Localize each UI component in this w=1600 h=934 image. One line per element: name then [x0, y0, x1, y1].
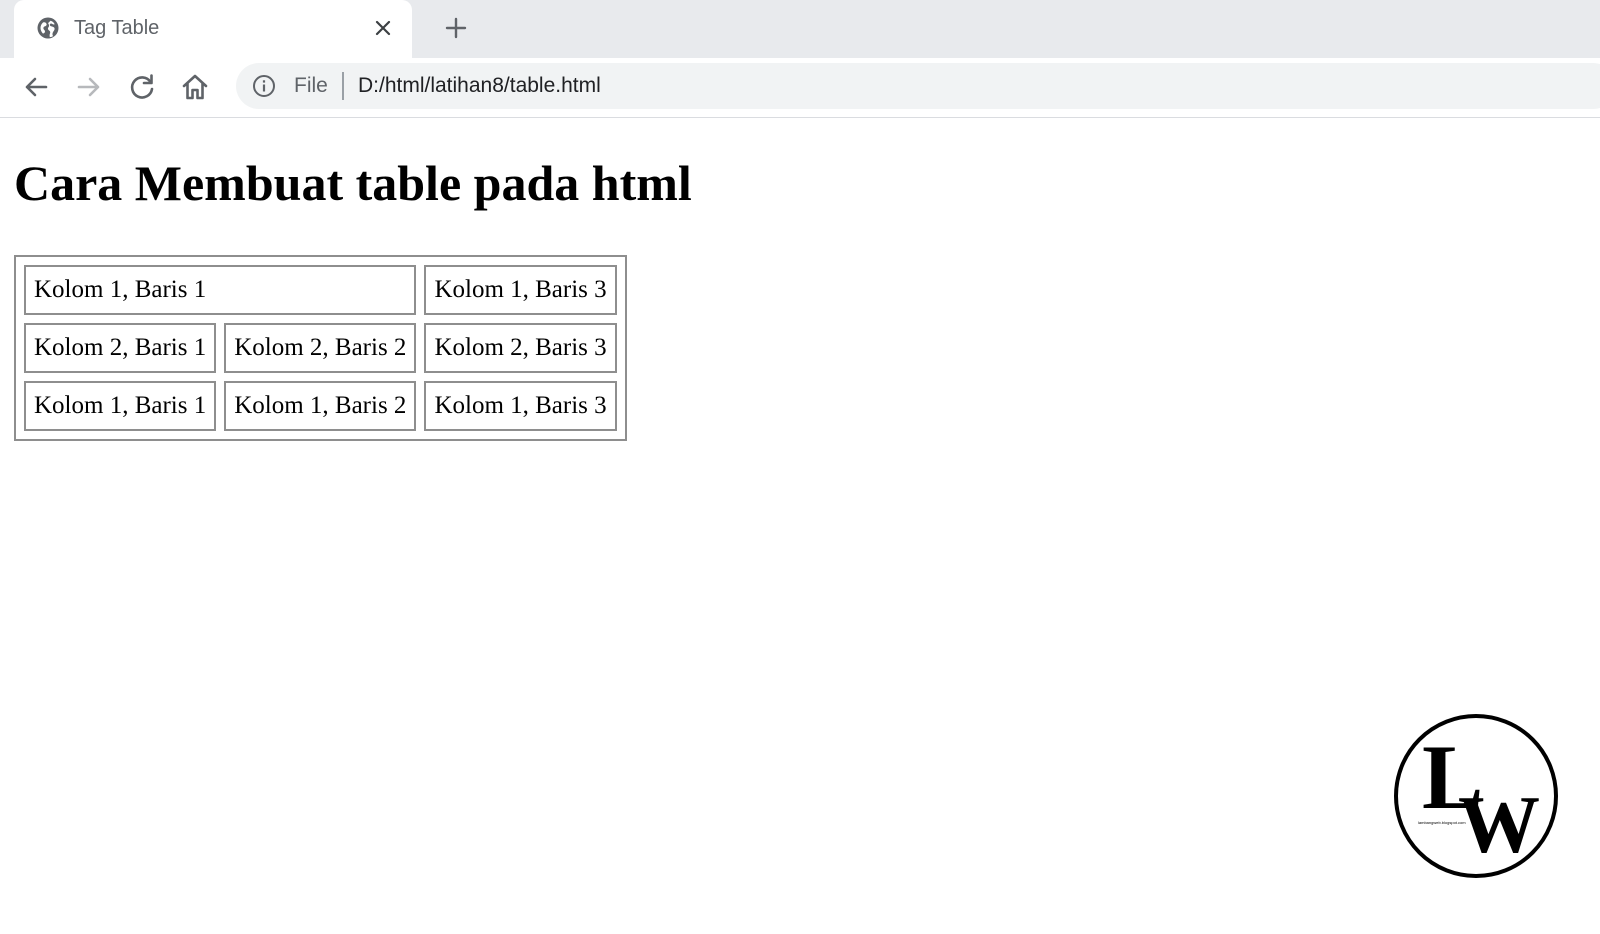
- table-cell: Kolom 2, Baris 2: [224, 323, 417, 373]
- table-row: Kolom 2, Baris 1 Kolom 2, Baris 2 Kolom …: [24, 323, 617, 373]
- home-icon[interactable]: [179, 71, 211, 103]
- table-row: Kolom 1, Baris 1 Kolom 1, Baris 3: [24, 265, 617, 315]
- close-icon[interactable]: [372, 17, 394, 39]
- tab-title: Tag Table: [74, 17, 160, 39]
- table-cell: Kolom 1, Baris 3: [424, 265, 617, 315]
- arrow-right-icon[interactable]: [73, 71, 105, 103]
- table-cell: Kolom 1, Baris 1: [24, 265, 417, 315]
- info-icon[interactable]: [252, 74, 276, 98]
- table-row: Kolom 1, Baris 1 Kolom 1, Baris 2 Kolom …: [24, 381, 617, 431]
- globe-icon: [36, 16, 60, 40]
- logo-caption: lambangweb.blogspot.com: [1418, 820, 1466, 825]
- url-text[interactable]: D:/html/latihan8/table.html: [358, 74, 601, 98]
- logo-letter-w: W: [1458, 779, 1540, 870]
- table-cell: Kolom 1, Baris 3: [424, 381, 617, 431]
- table-cell: Kolom 2, Baris 3: [424, 323, 617, 373]
- omnibox-divider: [342, 72, 344, 100]
- table-cell: Kolom 1, Baris 2: [224, 381, 417, 431]
- browser-toolbar: File D:/html/latihan8/table.html: [0, 58, 1600, 118]
- table-cell: Kolom 1, Baris 1: [24, 381, 217, 431]
- demo-table: Kolom 1, Baris 1 Kolom 1, Baris 3 Kolom …: [14, 255, 627, 441]
- plus-icon[interactable]: [444, 16, 468, 40]
- address-bar[interactable]: File D:/html/latihan8/table.html: [236, 63, 1600, 109]
- browser-tab[interactable]: Tag Table: [14, 0, 412, 58]
- watermark-logo: L W lambangweb.blogspot.com: [1392, 712, 1560, 880]
- scheme-label: File: [294, 74, 328, 97]
- tab-strip: Tag Table: [0, 0, 1600, 58]
- table-cell: Kolom 2, Baris 1: [24, 323, 217, 373]
- arrow-left-icon[interactable]: [20, 71, 52, 103]
- reload-icon[interactable]: [126, 71, 158, 103]
- page-heading: Cara Membuat table pada html: [14, 155, 692, 211]
